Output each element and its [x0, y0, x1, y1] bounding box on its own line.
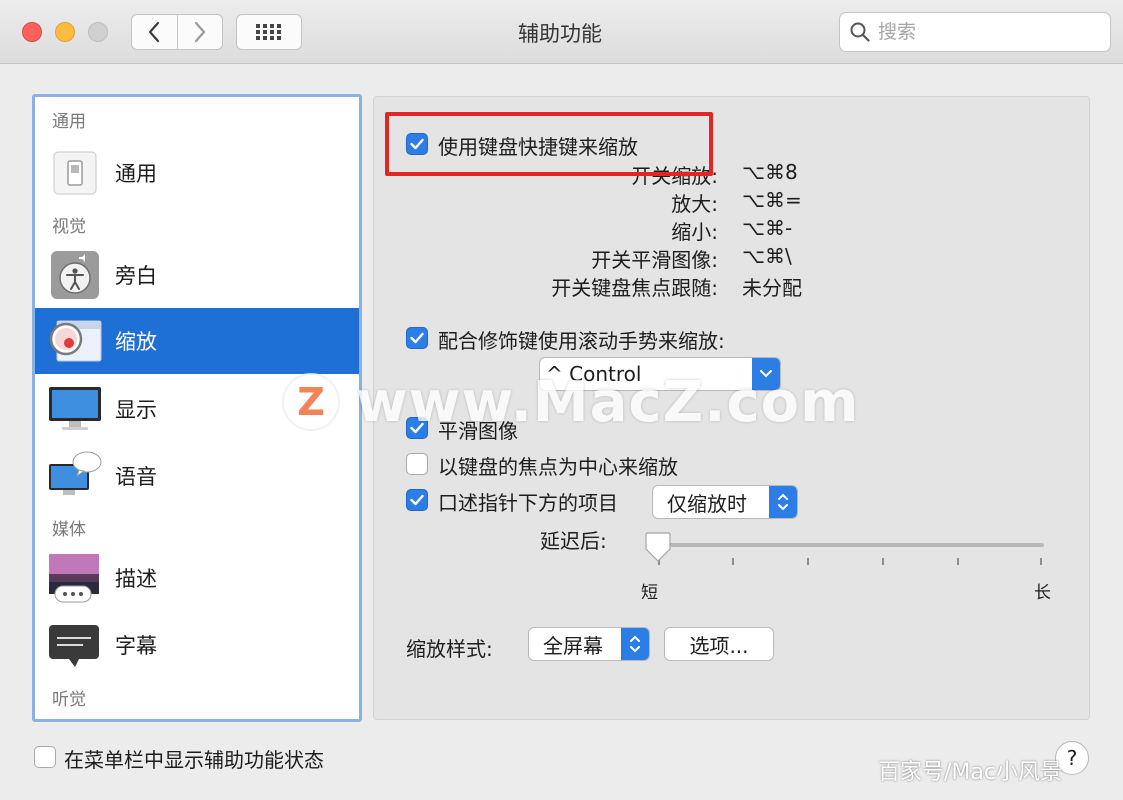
sidebar-section-general: 通用 — [52, 112, 86, 132]
delay-slider-track[interactable] — [652, 543, 1044, 547]
checkmark-icon — [410, 494, 424, 506]
search-input[interactable] — [878, 21, 1088, 43]
source-credit: 百家号/Mac小风景 — [878, 760, 1062, 785]
display-icon — [47, 381, 103, 437]
forward-button[interactable] — [176, 15, 223, 49]
sidebar-item-general[interactable]: 通用 — [35, 140, 359, 206]
general-switch-icon — [47, 145, 103, 201]
shortcut-key-zoom-out: ⌥⌘- — [742, 216, 793, 240]
delay-label: 延迟后: — [540, 529, 607, 553]
macz-logo-icon: Z — [282, 373, 340, 431]
options-button[interactable]: 选项... — [664, 627, 774, 661]
sidebar-item-label: 语音 — [115, 465, 157, 489]
speak-pointer-mode-value: 仅缩放时 — [667, 491, 747, 516]
show-all-button[interactable] — [236, 14, 302, 50]
checkmark-icon — [410, 332, 424, 344]
shortcut-label-zoom-out: 缩小: — [671, 220, 718, 244]
watermark-url: www.MacZ.com — [356, 369, 860, 435]
sidebar-item-label: 通用 — [115, 162, 157, 186]
minimize-window-button[interactable] — [55, 22, 75, 42]
shortcut-label-smooth: 开关平滑图像: — [591, 248, 718, 272]
sidebar-item-label: 字幕 — [115, 634, 157, 658]
up-down-stepper-icon — [621, 628, 649, 660]
sidebar-item-label: 旁白 — [115, 264, 157, 288]
back-forward-group — [131, 14, 223, 50]
back-button[interactable] — [132, 15, 177, 49]
shortcut-labels: 开关缩放: 放大: 缩小: 开关平滑图像: 开关键盘焦点跟随: — [480, 160, 718, 300]
speak-pointer-label: 口述指针下方的项目 — [438, 491, 618, 515]
sidebar-section-vision: 视觉 — [52, 217, 86, 237]
sidebar-item-speech[interactable]: 语音 — [35, 443, 359, 509]
zoom-style-value: 全屏幕 — [543, 633, 603, 658]
scroll-gesture-label: 配合修饰键使用滚动手势来缩放: — [438, 329, 725, 353]
keyboard-focus-checkbox[interactable] — [406, 453, 428, 475]
slider-tick — [732, 558, 734, 565]
delay-slider-thumb[interactable] — [644, 532, 672, 562]
slider-tick — [957, 558, 959, 565]
watermark: Z www.MacZ.com — [282, 369, 860, 435]
delay-min-label: 短 — [641, 583, 658, 603]
sidebar-section-media: 媒体 — [52, 520, 86, 540]
delay-max-label: 长 — [1034, 583, 1051, 603]
sidebar-item-label: 缩放 — [115, 330, 157, 354]
slider-tick — [882, 558, 884, 565]
highlight-annotation-box — [385, 112, 713, 176]
shortcut-key-focus-follow: 未分配 — [742, 276, 802, 300]
slider-tick — [1040, 558, 1042, 565]
speak-pointer-mode-popup[interactable]: 仅缩放时 — [652, 485, 798, 519]
chevron-left-icon — [149, 21, 160, 43]
search-icon — [850, 22, 870, 42]
shortcut-key-zoom-in: ⌥⌘= — [742, 188, 802, 212]
search-field[interactable] — [839, 12, 1111, 52]
sidebar-item-zoom[interactable]: 缩放 — [35, 308, 359, 374]
shortcut-key-toggle-zoom: ⌥⌘8 — [742, 160, 798, 184]
close-window-button[interactable] — [22, 22, 42, 42]
grid-icon — [256, 24, 281, 40]
speak-pointer-checkbox[interactable] — [406, 489, 428, 511]
keyboard-focus-label: 以键盘的焦点为中心来缩放 — [438, 455, 678, 479]
chevron-right-icon — [194, 21, 205, 43]
zoom-window-button[interactable] — [88, 22, 108, 42]
zoom-style-popup[interactable]: 全屏幕 — [528, 627, 650, 661]
sidebar-item-descriptions[interactable]: 描述 — [35, 545, 359, 611]
captions-icon — [47, 617, 103, 673]
scroll-gesture-checkbox[interactable] — [406, 327, 428, 349]
shortcut-label-focus-follow: 开关键盘焦点跟随: — [551, 276, 718, 300]
zoom-icon — [47, 313, 103, 369]
sidebar-item-label: 描述 — [115, 567, 157, 591]
descriptions-icon — [47, 550, 103, 606]
up-down-stepper-icon — [769, 486, 797, 518]
menu-bar-status-checkbox[interactable] — [34, 746, 56, 768]
window-title: 辅助功能 — [518, 22, 602, 46]
sidebar-item-label: 显示 — [115, 398, 157, 422]
shortcut-label-zoom-in: 放大: — [671, 192, 718, 216]
sidebar-section-hearing: 听觉 — [52, 690, 86, 710]
speech-icon — [47, 448, 103, 504]
shortcut-key-smooth: ⌥⌘\ — [742, 244, 792, 268]
sidebar-item-voiceover[interactable]: 旁白 — [35, 242, 359, 308]
voiceover-icon — [47, 247, 103, 303]
sidebar-item-captions[interactable]: 字幕 — [35, 612, 359, 678]
title-bar: 辅助功能 — [0, 0, 1123, 64]
zoom-style-label: 缩放样式: — [406, 637, 493, 661]
slider-tick — [807, 558, 809, 565]
menu-bar-status-label: 在菜单栏中显示辅助功能状态 — [64, 748, 324, 772]
